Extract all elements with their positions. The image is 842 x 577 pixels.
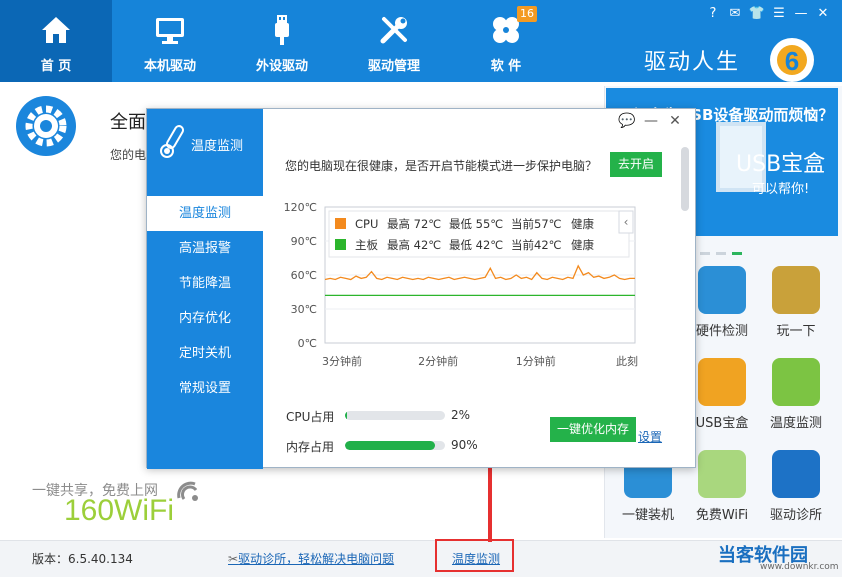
menu-timed-shutdown[interactable]: 定时关机 xyxy=(147,336,263,371)
ad-title: USB宝盒 xyxy=(736,152,826,177)
thermometer-icon xyxy=(772,358,820,406)
chevron-left-icon: ‹ xyxy=(624,215,629,229)
tool-play[interactable]: 玩一下 xyxy=(756,266,836,339)
menu-energy-cooling[interactable]: 节能降温 xyxy=(147,266,263,301)
monitor-icon xyxy=(156,18,184,44)
legend-text: 最低 42℃ xyxy=(449,238,503,252)
hardware-check-icon xyxy=(698,266,746,314)
legend-text: 健康 xyxy=(571,217,594,231)
wifi-logo[interactable]: 160WiFi xyxy=(64,494,174,528)
legend-text: 最高 72℃ xyxy=(387,217,441,231)
cpu-usage-bar xyxy=(345,411,445,420)
software-update-badge: 16 xyxy=(517,6,537,22)
x-tick-label: 此刻 xyxy=(616,354,638,368)
y-tick-label: 0℃ xyxy=(298,337,317,350)
svg-text:6: 6 xyxy=(785,46,799,76)
x-tick-label: 3分钟前 xyxy=(322,354,362,368)
doctor-icon xyxy=(772,450,820,498)
tool-temp-monitor[interactable]: 温度监测 xyxy=(756,358,836,431)
skin-icon[interactable]: 👕 xyxy=(746,6,768,21)
home-icon xyxy=(42,17,70,43)
menu-memory-optimize[interactable]: 内存优化 xyxy=(147,301,263,336)
home-subtitle: 您的电 xyxy=(110,148,147,162)
legend-text: 最高 42℃ xyxy=(387,238,441,252)
feedback-icon[interactable]: 💬 xyxy=(615,113,639,129)
temperature-chart: 0℃ 30℃ 60℃ 90℃ 120℃ 3分钟前 2分钟前 1分钟前 此刻 CPU 最高 72℃ 最低… xyxy=(284,201,638,368)
usb-icon xyxy=(275,15,289,45)
driver-clinic-link[interactable]: ✂驱动诊所，轻松解决电脑问题 xyxy=(228,550,394,567)
dialog-minimize-icon[interactable]: — xyxy=(639,113,663,129)
x-tick-label: 2分钟前 xyxy=(418,354,458,368)
help-icon[interactable]: ? xyxy=(702,6,724,21)
dialog-controls: 💬 — ✕ xyxy=(615,113,687,129)
temp-monitor-dialog: 温度监测 温度监测 高温报警 节能降温 内存优化 定时关机 常规设置 💬 — ✕ 您… xyxy=(146,108,696,469)
memory-usage-bar xyxy=(345,441,445,450)
tool-driver-clinic[interactable]: 驱动诊所 xyxy=(756,450,836,523)
wifi-signal-icon xyxy=(177,481,198,501)
nav-software[interactable]: 软 件 xyxy=(450,0,562,82)
memory-usage-label: 内存占用 xyxy=(286,440,335,454)
legend-text: 主板 xyxy=(355,238,378,252)
home-title: 全面 xyxy=(110,112,146,133)
ad-subtitle: 可以帮你! xyxy=(752,182,810,197)
wrench-icon: ✂ xyxy=(228,552,239,566)
legend-text: 当前42℃ xyxy=(511,238,562,252)
close-icon[interactable]: ✕ xyxy=(812,6,834,21)
cpu-usage-percent: 2% xyxy=(451,408,471,422)
y-tick-label: 90℃ xyxy=(291,235,317,248)
gamepad-icon xyxy=(772,266,820,314)
site-url: www.downkr.com xyxy=(760,562,839,572)
menu-temp-monitor[interactable]: 温度监测 xyxy=(147,196,263,231)
nav-peripheral-driver-label: 外设驱动 xyxy=(255,59,308,74)
menu-general-settings[interactable]: 常规设置 xyxy=(147,371,263,406)
nav-home-label: 首 页 xyxy=(40,59,72,74)
y-tick-label: 30℃ xyxy=(291,303,317,316)
nav-peripheral-driver[interactable]: 外设驱动 xyxy=(226,0,338,82)
enable-energy-mode-button[interactable]: 去开启 xyxy=(610,152,662,177)
optimize-gear-icon xyxy=(16,96,76,156)
dialog-sidebar: 温度监测 温度监测 高温报警 节能降温 内存优化 定时关机 常规设置 xyxy=(147,109,263,469)
menu-icon[interactable]: ☰ xyxy=(768,6,790,21)
legend-text: CPU xyxy=(355,217,378,231)
legend-swatch xyxy=(335,218,346,229)
nav-home[interactable]: 首 页 xyxy=(0,0,112,82)
memory-usage-percent: 90% xyxy=(451,438,478,452)
health-message: 您的电脑现在很健康，是否开启节能模式进一步保护电脑？ xyxy=(285,159,598,173)
tools-icon xyxy=(380,17,407,44)
legend-text: 最低 55℃ xyxy=(449,217,503,231)
nav-local-driver[interactable]: 本机驱动 xyxy=(114,0,226,82)
dialog-title: 温度监测 xyxy=(191,139,244,154)
cpu-usage-label: CPU占用 xyxy=(286,410,335,424)
menu-high-temp-alarm[interactable]: 高温报警 xyxy=(147,231,263,266)
nav-driver-manage-label: 驱动管理 xyxy=(367,59,420,74)
y-tick-label: 120℃ xyxy=(284,201,317,214)
thermometer-icon xyxy=(160,125,184,158)
brand-name: 驱动人生 xyxy=(644,50,741,75)
memory-usage-fill xyxy=(345,441,435,450)
version-text: 版本：6.5.40.134 xyxy=(32,552,133,566)
memory-settings-link[interactable]: 设置 xyxy=(638,428,662,445)
optimize-memory-button[interactable]: 一键优化内存 xyxy=(550,417,636,442)
usb-box-icon xyxy=(698,358,746,406)
dialog-close-icon[interactable]: ✕ xyxy=(663,113,687,129)
dialog-scrollbar[interactable] xyxy=(681,147,689,211)
nav-driver-manage[interactable]: 驱动管理 xyxy=(338,0,450,82)
message-icon[interactable]: ✉ xyxy=(724,6,746,21)
window-controls: ? ✉ 👕 ☰ — ✕ xyxy=(702,6,834,21)
x-tick-label: 1分钟前 xyxy=(516,354,556,368)
wifi-tower-icon xyxy=(698,450,746,498)
legend-text: 当前57℃ xyxy=(511,217,562,231)
minimize-icon[interactable]: — xyxy=(790,6,812,21)
legend-text: 健康 xyxy=(571,238,594,252)
brand-logo-icon: 6 xyxy=(770,38,814,82)
y-tick-label: 60℃ xyxy=(291,269,317,282)
cpu-usage-fill xyxy=(345,411,347,420)
nav-software-label: 软 件 xyxy=(490,59,522,74)
ad-carousel-dots[interactable] xyxy=(700,244,748,258)
legend-swatch xyxy=(335,239,346,250)
nav-local-driver-label: 本机驱动 xyxy=(143,59,196,74)
